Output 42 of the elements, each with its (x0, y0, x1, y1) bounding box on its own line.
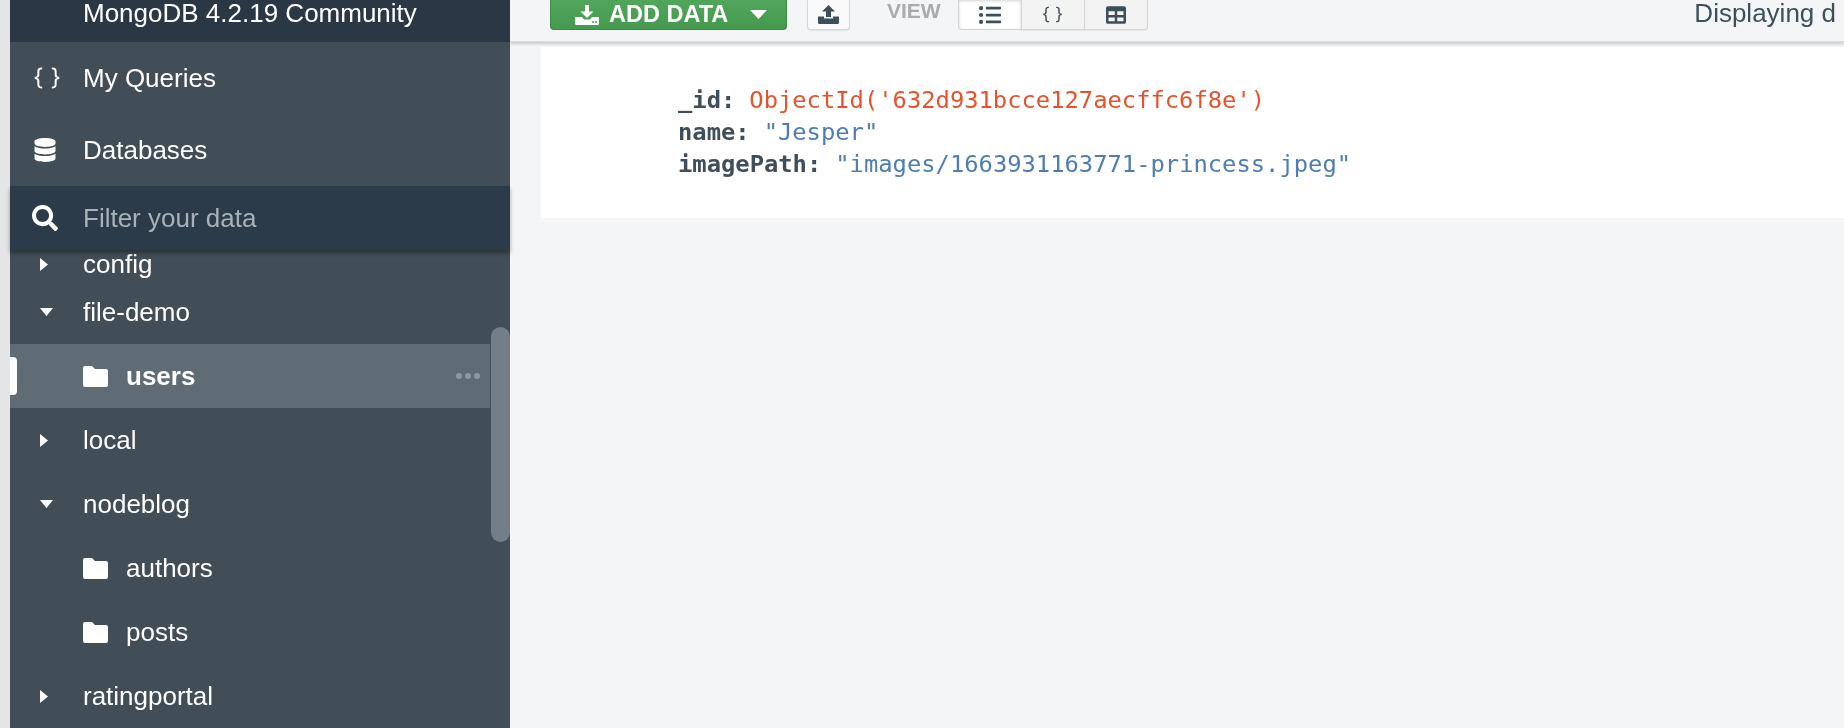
caret-down-icon[interactable] (40, 500, 53, 508)
database-item[interactable]: ratingportal (10, 664, 490, 728)
database-item[interactable]: config (10, 250, 490, 280)
field-value: ObjectId('632d931bcce127aecffc6f8e') (749, 86, 1266, 114)
caret-right-icon[interactable] (40, 433, 48, 447)
connection-title: MongoDB 4.2.19 Community (83, 0, 417, 26)
collection-item[interactable]: users (10, 344, 490, 408)
field-key: imagePath: (678, 150, 822, 178)
database-item[interactable]: nodeblog (10, 472, 490, 536)
folder-icon (83, 621, 108, 643)
table-view-icon (1105, 4, 1126, 25)
braces-icon (1042, 4, 1064, 25)
caret-right-icon[interactable] (40, 257, 48, 271)
field-key: _id: (678, 86, 736, 114)
nav-item[interactable]: My Queries (10, 42, 510, 114)
selection-indicator (10, 357, 17, 395)
nav-item[interactable]: Databases (10, 114, 510, 186)
status-text: Displaying d (1694, 0, 1837, 26)
field-value: "Jesper" (763, 118, 879, 146)
view-toggle-button[interactable] (1020, 0, 1085, 30)
field-value: "images/1663931163771-princess.jpeg" (835, 150, 1352, 178)
search-icon (32, 205, 58, 231)
database-item[interactable]: file-demo (10, 280, 490, 344)
list-view-icon (978, 3, 1001, 26)
import-button[interactable] (807, 0, 850, 30)
field-key: name: (678, 118, 750, 146)
view-toggle-button[interactable] (1083, 0, 1148, 30)
view-label: VIEW (887, 0, 941, 22)
view-toggle-button[interactable] (957, 0, 1022, 30)
database-icon (33, 138, 57, 162)
scrollbar-thumb[interactable] (490, 327, 510, 542)
collection-item[interactable]: authors (10, 536, 490, 600)
folder-icon (83, 557, 108, 579)
download-icon (575, 4, 599, 25)
filter-field[interactable]: Filter your data (10, 186, 510, 250)
caret-down-icon[interactable] (40, 308, 53, 316)
database-item[interactable]: local (10, 408, 490, 472)
caret-down-icon (750, 10, 768, 19)
upload-icon (818, 5, 839, 24)
folder-icon (83, 365, 108, 387)
caret-right-icon[interactable] (40, 689, 48, 703)
collection-item[interactable]: posts (10, 600, 490, 664)
